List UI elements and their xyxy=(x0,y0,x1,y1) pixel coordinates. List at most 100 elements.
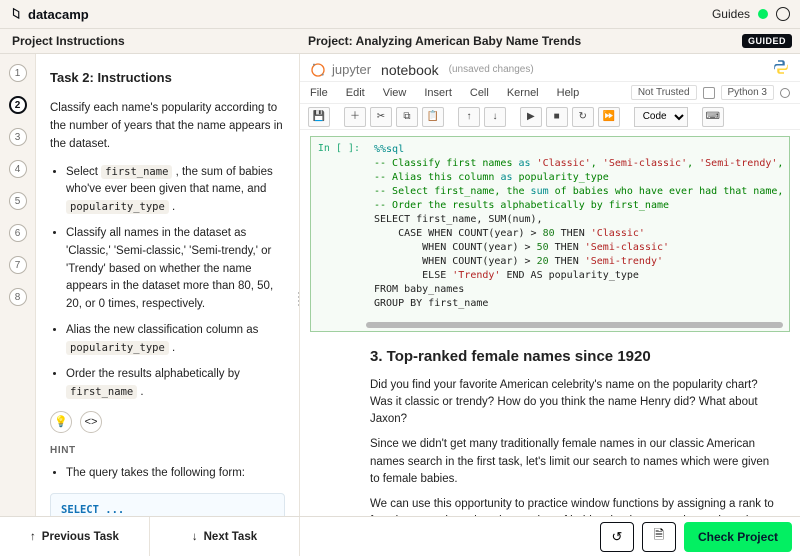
markdown-cell[interactable]: 3. Top-ranked female names since 1920 Di… xyxy=(310,342,790,516)
stop-icon: ■ xyxy=(554,112,560,122)
interrupt-button[interactable]: ■ xyxy=(546,107,568,127)
jupyter-toolbar: 💾 ＋ ✂ ⧉ 📋 ↑ ↓ ▶ ■ ↻ ⏩ Code ⌨ xyxy=(300,104,800,130)
next-task-button[interactable]: ↓ Next Task xyxy=(150,517,300,556)
notebook-scroll[interactable]: In [ ]: %%sql -- Classify first names as… xyxy=(300,130,800,516)
menu-view[interactable]: View xyxy=(383,87,407,99)
bullet-4: Order the results alphabetically by firs… xyxy=(66,366,285,402)
header-row: Project Instructions Project: Analyzing … xyxy=(0,28,800,54)
app-topbar: datacamp Guides xyxy=(0,0,800,28)
timer-icon[interactable] xyxy=(776,7,790,21)
move-up-button[interactable]: ↑ xyxy=(458,107,480,127)
copy-icon: ⧉ xyxy=(403,112,410,122)
trust-indicator[interactable]: Not Trusted xyxy=(631,85,697,100)
notebook-name[interactable]: notebook xyxy=(381,62,439,78)
hint-bullet: The query takes the following form: xyxy=(66,465,285,483)
brand-logo[interactable]: datacamp xyxy=(10,7,89,22)
play-icon: ▶ xyxy=(527,112,535,122)
bullet-3: Alias the new classification column as p… xyxy=(66,322,285,358)
brand-text: datacamp xyxy=(28,7,89,22)
copy-button[interactable]: ⧉ xyxy=(396,107,418,127)
run-button[interactable]: ▶ xyxy=(520,107,542,127)
menu-file[interactable]: File xyxy=(310,87,328,99)
add-cell-button[interactable]: ＋ xyxy=(344,107,366,127)
kernel-indicator[interactable]: Python 3 xyxy=(721,85,774,100)
bullet-1: Select first_name , the sum of babies wh… xyxy=(66,164,285,217)
menu-kernel[interactable]: Kernel xyxy=(507,87,539,99)
scissors-icon: ✂ xyxy=(377,112,385,122)
step-8[interactable]: 8 xyxy=(9,288,27,306)
step-4[interactable]: 4 xyxy=(9,160,27,178)
restart-run-button[interactable]: ⏩ xyxy=(598,107,620,127)
arrow-down-icon: ↓ xyxy=(192,531,198,543)
kernel-idle-icon xyxy=(780,88,790,98)
md-p2: Since we didn't get many traditionally f… xyxy=(370,436,780,488)
step-7[interactable]: 7 xyxy=(9,256,27,274)
task-intro: Classify each name's popularity accordin… xyxy=(50,100,285,153)
instructions-header: Project Instructions xyxy=(0,34,300,48)
cut-button[interactable]: ✂ xyxy=(370,107,392,127)
python-logo-icon xyxy=(772,58,790,81)
jupyter-logo-text: jupyter xyxy=(332,62,371,77)
jupyter-icon xyxy=(310,62,326,78)
arrow-down-icon: ↓ xyxy=(493,112,498,122)
task-bullets: Select first_name , the sum of babies wh… xyxy=(50,164,285,402)
save-icon: 💾 xyxy=(313,112,325,122)
menu-edit[interactable]: Edit xyxy=(346,87,365,99)
arrow-up-icon: ↑ xyxy=(30,531,36,543)
notes-button[interactable]: 🗎 xyxy=(642,522,676,552)
paste-icon: 📋 xyxy=(427,112,439,122)
check-project-button[interactable]: Check Project xyxy=(684,522,792,552)
code-cell-1[interactable]: In [ ]: %%sql -- Classify first names as… xyxy=(310,136,790,332)
status-indicator-icon xyxy=(758,9,768,19)
code-popularity-type: popularity_type xyxy=(66,200,169,214)
instructions-panel: Task 2: Instructions Classify each name'… xyxy=(36,54,300,516)
jupyter-menubar: File Edit View Insert Cell Kernel Help N… xyxy=(300,82,800,104)
refresh-icon: ↻ xyxy=(579,112,587,122)
datacamp-icon xyxy=(10,7,24,21)
step-column: 1 2 3 4 5 6 7 8 xyxy=(0,54,36,516)
save-button[interactable]: 💾 xyxy=(308,107,330,127)
guided-badge: GUIDED xyxy=(742,34,792,48)
topbar-right: Guides xyxy=(712,7,790,21)
paste-button[interactable]: 📋 xyxy=(422,107,444,127)
bullet-2: Classify all names in the dataset as 'Cl… xyxy=(66,225,285,314)
reset-button[interactable]: ↺ xyxy=(600,522,634,552)
step-6[interactable]: 6 xyxy=(9,224,27,242)
move-down-button[interactable]: ↓ xyxy=(484,107,506,127)
guides-link[interactable]: Guides xyxy=(712,7,750,21)
project-title: Project: Analyzing American Baby Name Tr… xyxy=(308,34,581,48)
hint-label: HINT xyxy=(50,443,285,459)
main-area: 1 2 3 4 5 6 7 8 Task 2: Instructions Cla… xyxy=(0,54,800,516)
celltype-select[interactable]: Code xyxy=(634,107,688,127)
step-1[interactable]: 1 xyxy=(9,64,27,82)
notebook-status: (unsaved changes) xyxy=(449,64,534,75)
menu-cell[interactable]: Cell xyxy=(470,87,489,99)
bottom-bar: ↑ Previous Task ↓ Next Task ↺ 🗎 Check Pr… xyxy=(0,516,800,556)
step-3[interactable]: 3 xyxy=(9,128,27,146)
edit-icon[interactable] xyxy=(703,87,715,99)
jupyter-header: jupyter notebook (unsaved changes) xyxy=(300,54,800,82)
keyboard-icon: ⌨ xyxy=(705,112,719,122)
command-palette-button[interactable]: ⌨ xyxy=(702,107,724,127)
md-p1: Did you find your favorite American cele… xyxy=(370,377,780,429)
previous-task-button[interactable]: ↑ Previous Task xyxy=(0,517,150,556)
hint-code-button[interactable]: <> xyxy=(80,411,102,433)
undo-icon: ↺ xyxy=(612,529,623,545)
cell-1-prompt: In [ ]: xyxy=(311,137,366,331)
hint-toolbar: 💡 <> xyxy=(50,411,285,433)
arrow-up-icon: ↑ xyxy=(467,112,472,122)
md-p3: We can use this opportunity to practice … xyxy=(370,496,780,516)
hint-codebox: SELECT ... CASE WHEN ... xyxy=(50,493,285,516)
menu-help[interactable]: Help xyxy=(557,87,580,99)
jupyter-logo[interactable]: jupyter xyxy=(310,62,371,78)
step-5[interactable]: 5 xyxy=(9,192,27,210)
notebook-panel: jupyter notebook (unsaved changes) File … xyxy=(300,54,800,516)
menu-insert[interactable]: Insert xyxy=(424,87,452,99)
restart-button[interactable]: ↻ xyxy=(572,107,594,127)
md-heading: 3. Top-ranked female names since 1920 xyxy=(370,346,780,369)
cell-1-code[interactable]: %%sql -- Classify first names as 'Classi… xyxy=(366,137,789,331)
step-2[interactable]: 2 xyxy=(9,96,27,114)
code-first-name: first_name xyxy=(101,165,172,179)
note-icon: 🗎 xyxy=(654,526,664,548)
hint-bulb-button[interactable]: 💡 xyxy=(50,411,72,433)
